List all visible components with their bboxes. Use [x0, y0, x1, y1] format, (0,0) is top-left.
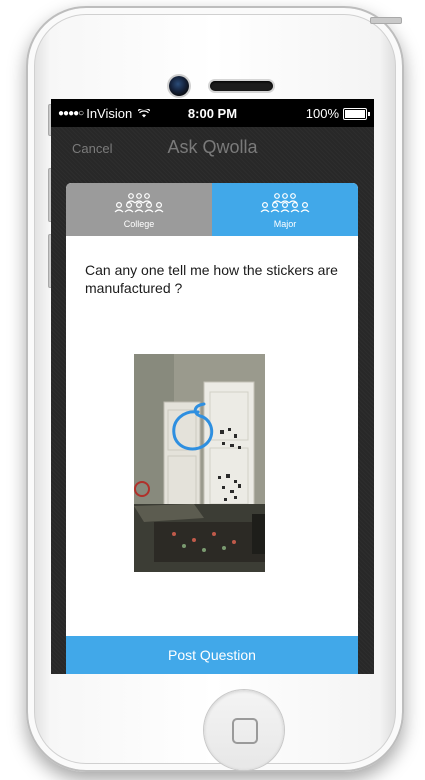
home-button[interactable]: [204, 690, 284, 770]
status-right: 100%: [305, 106, 370, 121]
question-card: College Major Can any one tell me how th…: [66, 183, 358, 674]
tab-college[interactable]: College: [66, 183, 212, 236]
battery-percent: 100%: [305, 106, 339, 121]
nav-bar: Cancel Ask Qwolla: [51, 127, 374, 171]
app-screen: ●●●●○ InVision 8:00 PM 100% Cancel Ask Q…: [51, 99, 374, 674]
question-text: Can any one tell me how the stickers are…: [85, 262, 338, 296]
group-icon: [114, 193, 164, 213]
post-question-button[interactable]: Post Question: [66, 636, 358, 674]
tab-major[interactable]: Major: [212, 183, 358, 236]
attached-photo[interactable]: [134, 354, 265, 572]
page-title: Ask Qwolla: [167, 137, 258, 157]
audience-tabs: College Major: [66, 183, 358, 236]
power-button: [370, 17, 402, 24]
group-icon: [260, 193, 310, 213]
tab-major-label: Major: [273, 219, 297, 229]
tab-college-label: College: [123, 219, 155, 229]
front-camera-icon: [169, 76, 189, 96]
earpiece-speaker: [210, 81, 273, 91]
home-square-icon: [232, 718, 258, 744]
battery-icon: [343, 107, 370, 120]
status-bar: ●●●●○ InVision 8:00 PM 100%: [51, 99, 374, 127]
photo-image: [134, 354, 265, 572]
